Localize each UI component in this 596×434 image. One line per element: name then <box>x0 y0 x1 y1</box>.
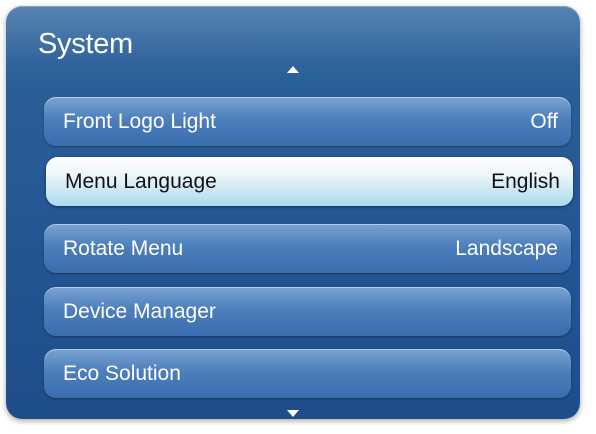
scroll-down-icon[interactable] <box>287 410 299 417</box>
menu-item-label: Menu Language <box>65 169 217 193</box>
system-menu-panel: System Front Logo Light Off Menu Languag… <box>6 6 580 419</box>
menu-title: System <box>38 28 133 60</box>
menu-item-label: Device Manager <box>63 299 216 323</box>
menu-item-rotate-menu[interactable]: Rotate Menu Landscape <box>44 224 571 273</box>
menu-item-value: English <box>491 169 560 193</box>
menu-item-label: Front Logo Light <box>63 109 216 133</box>
menu-item-eco-solution[interactable]: Eco Solution <box>44 349 571 398</box>
scroll-up-icon[interactable] <box>287 66 299 73</box>
menu-item-menu-language[interactable]: Menu Language English <box>46 157 573 206</box>
menu-item-label: Rotate Menu <box>63 236 184 260</box>
menu-item-value: Off <box>530 109 558 133</box>
menu-item-front-logo-light[interactable]: Front Logo Light Off <box>44 97 571 146</box>
menu-item-label: Eco Solution <box>63 361 181 385</box>
menu-item-value: Landscape <box>455 236 558 260</box>
menu-item-device-manager[interactable]: Device Manager <box>44 287 571 336</box>
